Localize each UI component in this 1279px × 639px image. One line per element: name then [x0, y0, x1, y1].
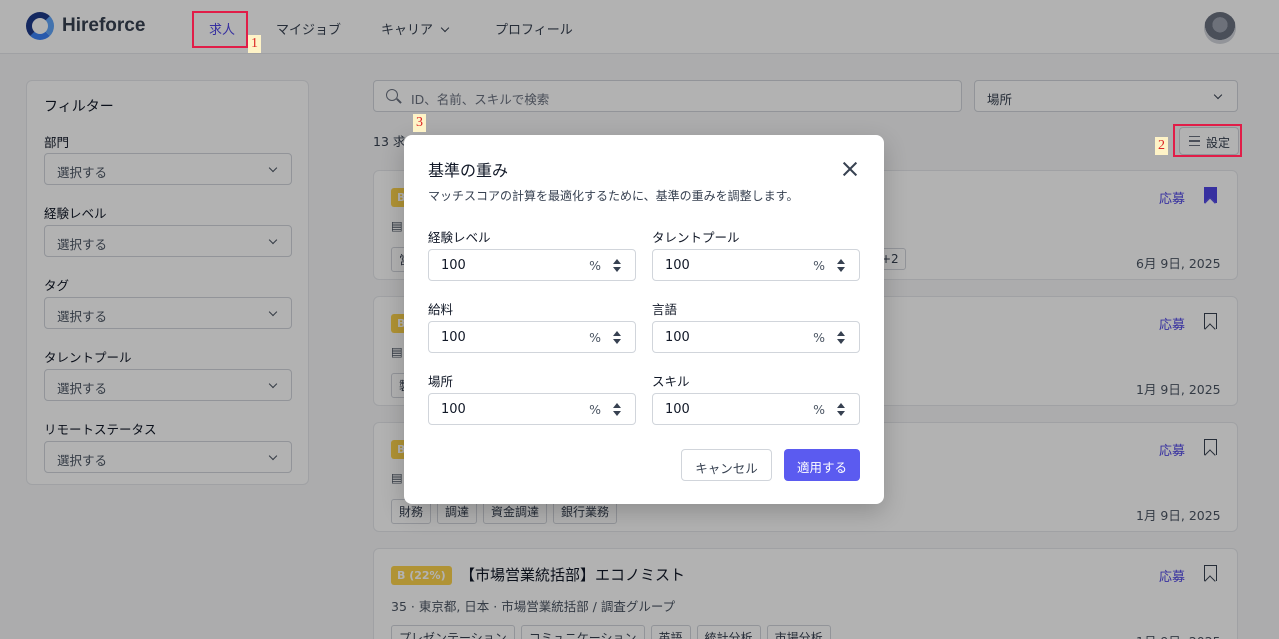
spinner-icon[interactable]	[837, 331, 845, 345]
spinner-icon[interactable]	[613, 403, 621, 417]
weight-value: 100	[665, 330, 690, 345]
percent-unit: %	[589, 402, 601, 417]
weight-label-language: 言語	[652, 302, 678, 317]
spinner-icon[interactable]	[837, 403, 845, 417]
close-icon[interactable]	[842, 161, 858, 177]
percent-unit: %	[813, 258, 825, 273]
apply-button[interactable]: 適用する	[784, 449, 860, 481]
annotation-box-1	[192, 11, 248, 48]
weight-input-talent-pool[interactable]: 100 %	[652, 249, 860, 281]
spinner-icon[interactable]	[837, 259, 845, 273]
spinner-icon[interactable]	[613, 259, 621, 273]
weight-input-location[interactable]: 100 %	[428, 393, 636, 425]
weight-label-location: 場所	[428, 374, 454, 389]
weight-input-salary[interactable]: 100 %	[428, 321, 636, 353]
weight-value: 100	[441, 402, 466, 417]
criteria-weights-dialog: 基準の重み マッチスコアの計算を最適化するために、基準の重みを調整します。 経験…	[404, 135, 884, 504]
dialog-title: 基準の重み	[428, 161, 509, 180]
weight-value: 100	[665, 402, 690, 417]
percent-unit: %	[813, 330, 825, 345]
annotation-number-1: 1	[248, 35, 261, 53]
weight-label-experience: 経験レベル	[428, 230, 491, 245]
percent-unit: %	[589, 258, 601, 273]
weight-input-experience[interactable]: 100 %	[428, 249, 636, 281]
weight-input-language[interactable]: 100 %	[652, 321, 860, 353]
annotation-box-2	[1173, 124, 1242, 157]
percent-unit: %	[813, 402, 825, 417]
weight-label-talent-pool: タレントプール	[652, 230, 740, 245]
weight-value: 100	[665, 258, 690, 273]
dialog-description: マッチスコアの計算を最適化するために、基準の重みを調整します。	[428, 189, 799, 203]
annotation-number-2: 2	[1155, 137, 1168, 155]
annotation-number-3: 3	[413, 114, 426, 132]
weight-input-skills[interactable]: 100 %	[652, 393, 860, 425]
cancel-button[interactable]: キャンセル	[681, 449, 772, 481]
weight-value: 100	[441, 258, 466, 273]
weight-label-salary: 給料	[428, 302, 454, 317]
weight-label-skills: スキル	[652, 374, 690, 389]
percent-unit: %	[589, 330, 601, 345]
weight-value: 100	[441, 330, 466, 345]
spinner-icon[interactable]	[613, 331, 621, 345]
